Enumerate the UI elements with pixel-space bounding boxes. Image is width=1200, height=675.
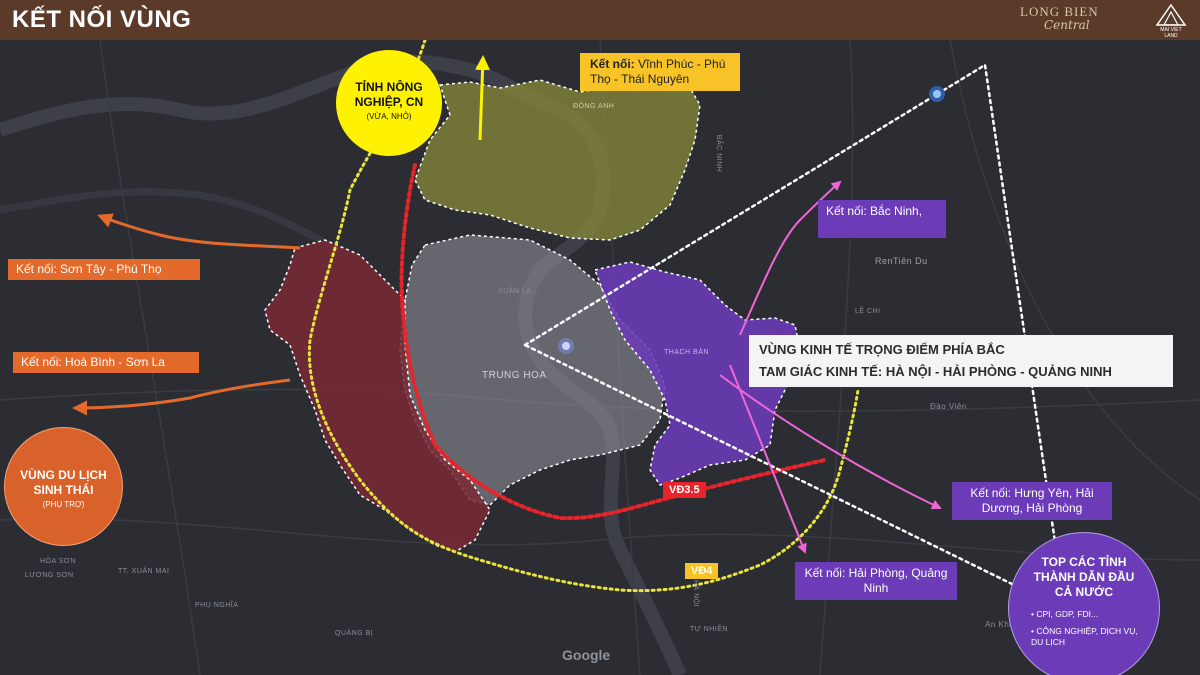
logo-text: MAI VIET LAND — [1160, 27, 1182, 39]
connect-son-tay-text: Kết nối: Sơn Tây - Phú Thọ — [16, 262, 162, 276]
eco-tourism-sub: (PHỤ TRỢ) — [42, 500, 85, 509]
map-label: ĐÔNG ANH — [573, 103, 615, 110]
connect-hoa-binh-text: Kết nối: Hoà Bình - Sơn La — [21, 355, 165, 369]
map-label: TT. XUÂN MAI — [118, 568, 170, 575]
connect-vinh-phuc-box: Kết nối: Vĩnh Phúc - Phú Thọ - Thái Nguy… — [580, 53, 740, 91]
key-region-line2: TAM GIÁC KINH TẾ: HÀ NỘI - HẢI PHÒNG - Q… — [759, 364, 1112, 379]
map-label: LƯƠNG SƠN — [25, 572, 74, 579]
brand-script: Central — [1044, 18, 1090, 32]
map-label: RenTiên Du — [875, 256, 928, 266]
map-label: BẮC NINH — [715, 134, 723, 173]
logo-icon: MAI VIET LAND — [1154, 3, 1188, 39]
connect-son-tay-box: Kết nối: Sơn Tây - Phú Thọ — [8, 259, 200, 280]
map-label: QUẢNG BỊ — [335, 630, 374, 637]
connect-hung-yen-box: Kết nối: Hưng Yên, Hải Dương, Hải Phòng — [952, 482, 1112, 520]
connect-bac-ninh-box: Kết nối: Bắc Ninh, — [818, 200, 946, 238]
header-bar: KẾT NỐI VÙNG LONG BIEN Central MAI VIET … — [0, 0, 1200, 40]
map-label: TỰ NHIÊN — [690, 626, 728, 633]
pin-icon — [558, 338, 574, 354]
pin-icon — [929, 86, 945, 102]
map-label: HÀ NỘI — [692, 579, 700, 608]
map-label: HÒA SƠN — [40, 558, 76, 565]
key-region-box: VÙNG KINH TẾ TRỌNG ĐIỂM PHÍA BẮC TAM GIÁ… — [749, 335, 1173, 387]
map-label: LỆ CHI — [855, 308, 881, 315]
vd4-tag: VĐ4 — [685, 563, 719, 579]
key-region-line1: VÙNG KINH TẾ TRỌNG ĐIỂM PHÍA BẮC — [759, 342, 1005, 357]
vd35-tag: VĐ3.5 — [663, 482, 706, 498]
top-provinces-bullets: • CPI, GDP, FDI... • CÔNG NGHIỆP, DỊCH V… — [1031, 609, 1141, 648]
agri-province-circle: TỈNH NÔNG NGHIỆP, CN (VỪA, NHỎ) — [336, 50, 442, 156]
map-label: XUÂN LA — [498, 288, 532, 295]
bullet-item: • CPI, GDP, FDI... — [1031, 609, 1099, 619]
connect-hung-yen-text: Kết nối: Hưng Yên, Hải Dương, Hải Phòng — [970, 486, 1094, 515]
agri-province-sub: (VỪA, NHỎ) — [366, 112, 412, 121]
bullet-item: • CÔNG NGHIỆP, DỊCH VỤ, DU LỊCH — [1031, 626, 1138, 647]
eco-tourism-title: VÙNG DU LỊCH SINH THÁI — [20, 468, 107, 497]
connect-hoa-binh-box: Kết nối: Hoà Bình - Sơn La — [13, 352, 199, 373]
map-label: Đào Viên — [930, 402, 967, 411]
connect-hai-phong-text: Kết nối: Hải Phòng, Quảng Ninh — [804, 566, 948, 595]
page-title: KẾT NỐI VÙNG — [12, 6, 192, 33]
map-slide: XUÂN LA TRUNG HOA THẠCH BÀN ĐÔNG ANH BẮC… — [0, 0, 1200, 675]
map-label: TRUNG HOA — [482, 370, 547, 381]
map-label: THẠCH BÀN — [664, 349, 709, 356]
brand: LONG BIEN Central MAI VIET LAND — [1020, 3, 1188, 39]
connect-hai-phong-box: Kết nối: Hải Phòng, Quảng Ninh — [795, 562, 957, 600]
connect-bac-ninh-text: Kết nối: Bắc Ninh, — [826, 204, 923, 218]
eco-tourism-circle: VÙNG DU LỊCH SINH THÁI (PHỤ TRỢ) — [4, 427, 123, 546]
map-label: PHỤ NGHĨA — [195, 602, 239, 609]
google-watermark: Google — [562, 647, 611, 663]
top-provinces-circle: TOP CÁC TỈNH THÀNH DẪN ĐẦU CẢ NƯỚC • CPI… — [1008, 532, 1160, 675]
agri-province-title: TỈNH NÔNG NGHIỆP, CN — [354, 80, 424, 109]
top-provinces-title: TOP CÁC TỈNH THÀNH DẪN ĐẦU CẢ NƯỚC — [1033, 555, 1135, 599]
